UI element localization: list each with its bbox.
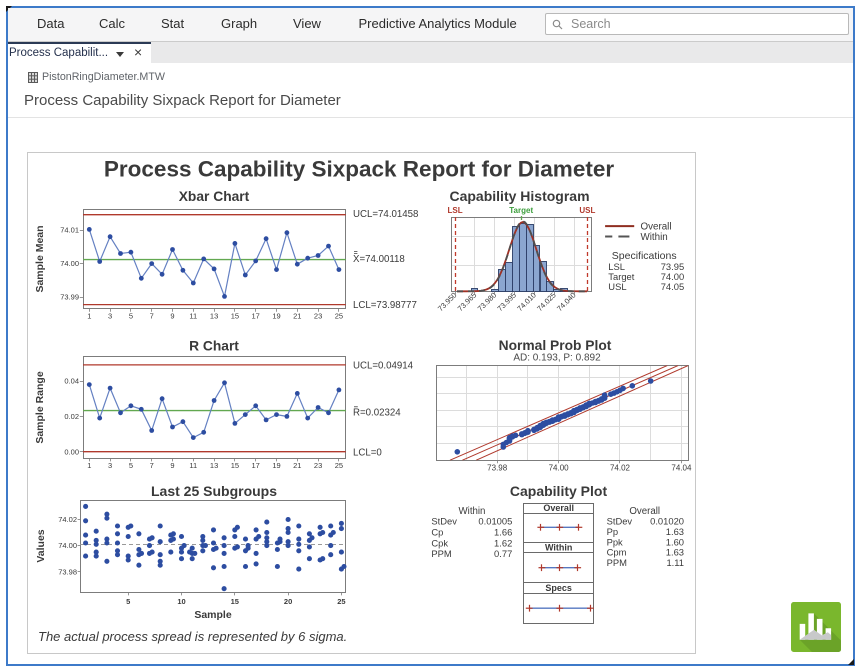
svg-text:Within: Within: [641, 232, 668, 243]
svg-text:19: 19: [272, 461, 280, 470]
svg-text:Target: Target: [509, 206, 533, 215]
svg-text:Process Capability Sixpack Rep: Process Capability Sixpack Report for Di…: [104, 157, 614, 182]
svg-text:74.05: 74.05: [661, 281, 684, 292]
svg-text:17: 17: [252, 461, 260, 470]
svg-text:Normal Prob Plot: Normal Prob Plot: [499, 338, 612, 353]
svg-text:74.04: 74.04: [671, 464, 692, 473]
svg-text:23: 23: [314, 312, 322, 321]
svg-text:74.02: 74.02: [58, 515, 77, 524]
svg-text:1.60: 1.60: [666, 536, 684, 547]
svg-text:Pp: Pp: [607, 526, 618, 537]
svg-text:0.02: 0.02: [64, 412, 79, 421]
svg-text:73.98: 73.98: [487, 464, 508, 473]
svg-text:1.63: 1.63: [666, 526, 684, 537]
svg-text:LSL: LSL: [448, 206, 463, 215]
svg-text:5: 5: [126, 597, 130, 606]
svg-text:X=74.00118: X=74.00118: [353, 254, 405, 265]
svg-text:Overall: Overall: [641, 222, 672, 233]
svg-text:1: 1: [87, 461, 91, 470]
svg-text:0.00: 0.00: [64, 447, 79, 456]
svg-text:Capability Histogram: Capability Histogram: [449, 188, 589, 204]
svg-text:Values: Values: [35, 529, 47, 562]
svg-text:73.99: 73.99: [60, 293, 79, 302]
svg-text:21: 21: [293, 312, 301, 321]
svg-text:9: 9: [170, 312, 174, 321]
svg-text:74.00: 74.00: [60, 259, 79, 268]
svg-text:25: 25: [337, 597, 345, 606]
svg-text:Overall: Overall: [543, 503, 574, 513]
svg-text:UCL=74.01458: UCL=74.01458: [353, 209, 418, 220]
svg-text:1.63: 1.63: [666, 547, 684, 558]
svg-text:9: 9: [170, 461, 174, 470]
svg-text:25: 25: [335, 312, 343, 321]
svg-text:74.01: 74.01: [60, 226, 79, 235]
svg-text:7: 7: [150, 461, 154, 470]
svg-text:74.00: 74.00: [58, 541, 77, 550]
svg-text:Cp: Cp: [431, 526, 443, 537]
svg-text:74.00: 74.00: [549, 464, 570, 473]
svg-text:R=0.02324: R=0.02324: [353, 408, 401, 419]
svg-text:Xbar Chart: Xbar Chart: [179, 189, 250, 204]
svg-text:3: 3: [108, 461, 112, 470]
svg-text:17: 17: [252, 312, 260, 321]
svg-text:15: 15: [231, 461, 239, 470]
svg-text:LCL=73.98777: LCL=73.98777: [353, 300, 417, 311]
svg-text:LCL=0: LCL=0: [353, 448, 382, 459]
svg-text:10: 10: [177, 597, 185, 606]
svg-text:11: 11: [189, 461, 197, 470]
svg-text:15: 15: [231, 312, 239, 321]
svg-text:The actual process spread is r: The actual process spread is represented…: [38, 629, 347, 644]
svg-text:5: 5: [129, 312, 133, 321]
svg-text:0.77: 0.77: [494, 548, 512, 559]
svg-text:AD: 0.193, P: 0.892: AD: 0.193, P: 0.892: [513, 353, 601, 364]
svg-text:1.66: 1.66: [494, 526, 512, 537]
svg-text:Sample: Sample: [194, 609, 232, 621]
svg-text:Within: Within: [545, 543, 572, 553]
svg-text:Sample Mean: Sample Mean: [34, 225, 46, 292]
svg-text:13: 13: [210, 461, 218, 470]
svg-text:7: 7: [150, 312, 154, 321]
svg-text:Ppk: Ppk: [607, 536, 623, 547]
svg-text:USL: USL: [608, 281, 626, 292]
svg-text:1.11: 1.11: [666, 557, 684, 568]
svg-text:73.98: 73.98: [58, 567, 77, 576]
svg-text:5: 5: [129, 461, 133, 470]
svg-text:15: 15: [231, 597, 239, 606]
svg-text:19: 19: [272, 312, 280, 321]
svg-text:1: 1: [87, 312, 91, 321]
svg-text:0.01005: 0.01005: [478, 516, 512, 527]
svg-text:74.02: 74.02: [610, 464, 631, 473]
svg-text:13: 13: [210, 312, 218, 321]
svg-text:Capability Plot: Capability Plot: [510, 483, 608, 499]
svg-text:Cpm: Cpm: [607, 547, 627, 558]
svg-text:Sample Range: Sample Range: [34, 371, 46, 444]
svg-text:R Chart: R Chart: [189, 339, 239, 354]
svg-text:UCL=0.04914: UCL=0.04914: [353, 361, 414, 372]
svg-text:11: 11: [189, 312, 197, 321]
svg-text:3: 3: [108, 312, 112, 321]
svg-text:20: 20: [284, 597, 292, 606]
svg-text:25: 25: [335, 461, 343, 470]
svg-text:Specs: Specs: [545, 583, 572, 593]
svg-text:21: 21: [293, 461, 301, 470]
svg-text:StDev: StDev: [431, 516, 457, 527]
svg-text:PPM: PPM: [607, 557, 628, 568]
svg-text:Last 25 Subgroups: Last 25 Subgroups: [151, 483, 277, 499]
svg-text:USL: USL: [579, 206, 595, 215]
svg-text:23: 23: [314, 461, 322, 470]
svg-text:73.965: 73.965: [456, 291, 479, 314]
svg-text:PPM: PPM: [431, 548, 452, 559]
svg-text:0.04: 0.04: [64, 377, 79, 386]
